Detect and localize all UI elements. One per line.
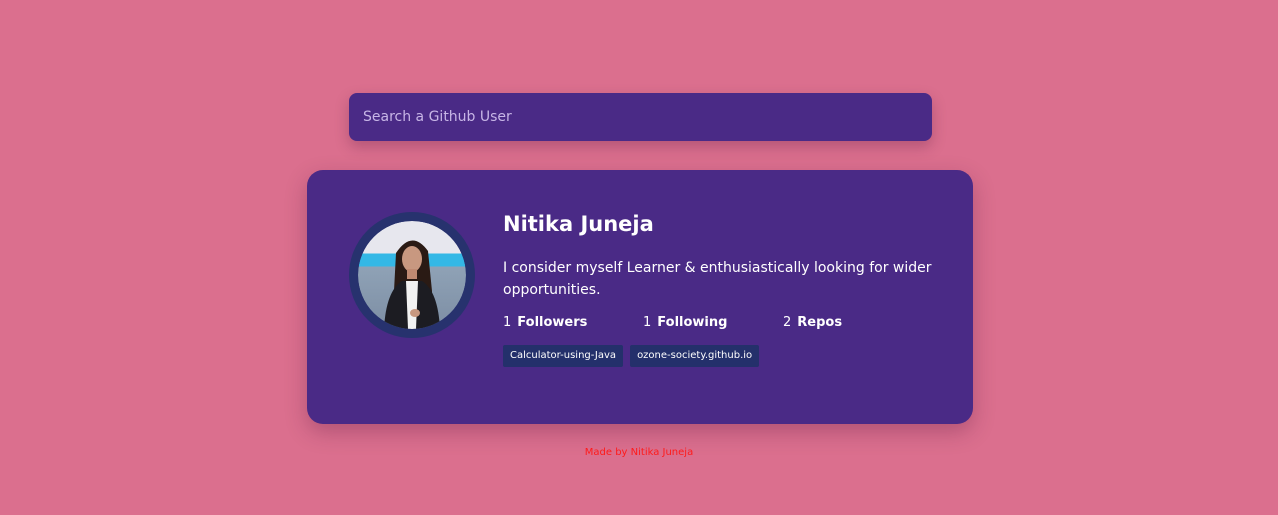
user-card: Nitika Juneja I consider myself Learner … <box>307 170 973 424</box>
search-input[interactable] <box>349 93 932 141</box>
search-box[interactable] <box>349 93 932 141</box>
repos-stat: 2 Repos <box>783 315 923 330</box>
avatar <box>349 212 475 338</box>
following-label: Following <box>657 315 728 331</box>
footer-credit: Made by Nitika Juneja <box>584 447 694 458</box>
user-info: Nitika Juneja I consider myself Learner … <box>503 212 943 368</box>
avatar-photo <box>384 240 440 329</box>
repos-count: 2 <box>783 315 792 331</box>
repo-link-calculator-using-java[interactable]: Calculator-using-Java <box>503 345 624 368</box>
followers-count: 1 <box>503 315 512 331</box>
user-stats: 1 Followers 1 Following 2 Repos <box>503 315 943 330</box>
user-bio: I consider myself Learner & enthusiastic… <box>503 260 932 299</box>
repos-label: Repos <box>797 315 843 331</box>
following-count: 1 <box>643 315 652 331</box>
user-name: Nitika Juneja <box>503 212 654 236</box>
followers-label: Followers <box>517 315 588 331</box>
repo-link-ozone-society[interactable]: ozone-society.github.io <box>630 345 760 368</box>
repo-list: Calculator-using-Java ozone-society.gith… <box>503 345 943 368</box>
followers-stat: 1 Followers <box>503 315 643 330</box>
following-stat: 1 Following <box>643 315 783 330</box>
